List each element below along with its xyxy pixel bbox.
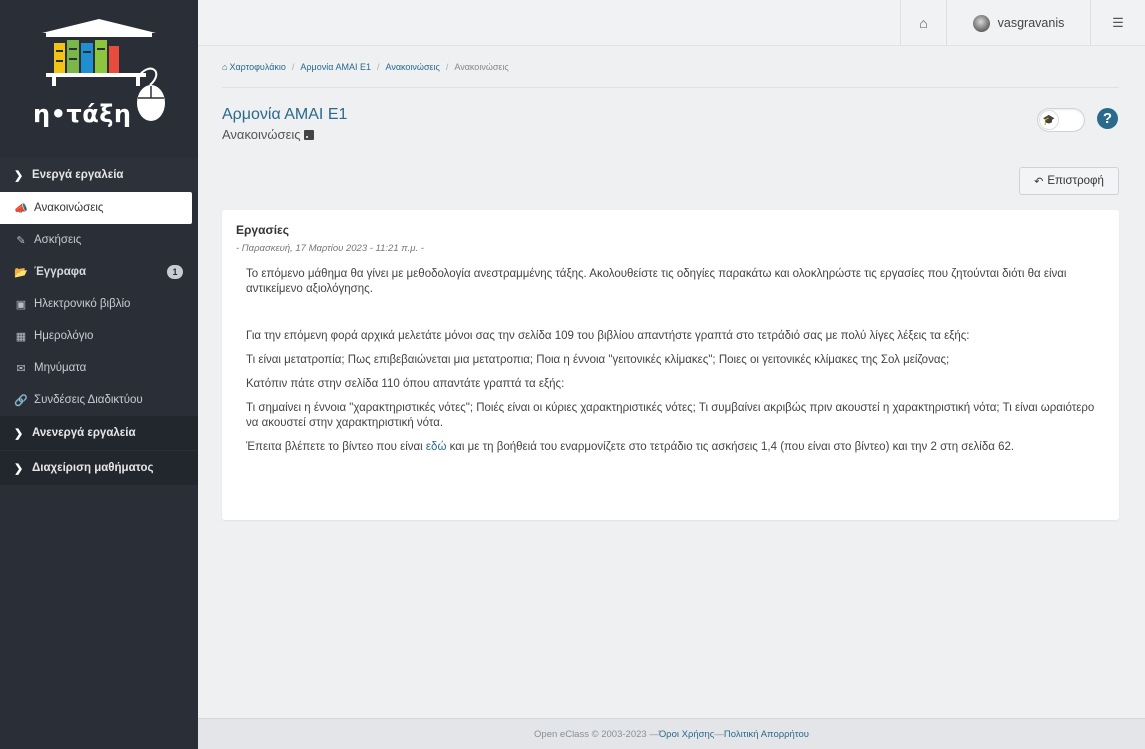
sidebar-item-calendar[interactable]: ▦ Ημερολόγιο [0, 320, 198, 352]
paragraph-text: Έπειτα βλέπετε το βίντεο που είναι [246, 441, 426, 453]
announcement-body: Το επόμενο μάθημα θα γίνει με μεθοδολογί… [236, 267, 1096, 455]
student-view-toggle[interactable]: 🎓 [1037, 108, 1085, 132]
sidebar-item-label: Συνδέσεις Διαδικτύου [34, 394, 143, 406]
sliders-icon: ☰ [1112, 15, 1124, 30]
sidebar-item-links[interactable]: 🔗 Συνδέσεις Διαδικτύου [0, 384, 198, 416]
top-bar: ⌂ vasgravanis ☰ [198, 0, 1145, 46]
footer-copyright: Open eClass © 2003-2023 — [534, 728, 659, 740]
calendar-icon: ▦ [15, 330, 27, 343]
back-button-label: Επιστροφή [1047, 175, 1104, 187]
logo[interactable]: η•τάξη [0, 0, 198, 158]
sidebar-item-announcements[interactable]: 📣 Ανακοινώσεις [0, 192, 192, 224]
group-label: Ανενεργά εργαλεία [32, 427, 136, 439]
page-title[interactable]: Αρμονία ΑΜΑΙ Ε1 [222, 106, 1119, 124]
sidebar-item-label: Έγγραφα [34, 266, 87, 278]
footer-privacy-link[interactable]: Πολιτική Απορρήτου [724, 729, 809, 740]
breadcrumb-link-announcements[interactable]: Ανακοινώσεις [385, 62, 439, 72]
folder-open-icon: 📂 [14, 266, 28, 279]
reply-arrow-icon: ↶ [1034, 175, 1044, 188]
announcement-date: - Παρασκευή, 17 Μαρτίου 2023 - 11:21 π.μ… [236, 243, 424, 254]
chevron-right-icon: ❯ [14, 427, 24, 440]
announcement-paragraph: Τι σημαίνει η έννοια "χαρακτηριστικές νό… [246, 402, 1095, 429]
home-icon: ⌂ [919, 15, 928, 31]
chevron-down-icon: ❯ [14, 169, 24, 182]
link-icon: 🔗 [14, 394, 28, 407]
sidebar-item-label: Ανακοινώσεις [34, 202, 104, 214]
chevron-right-icon: ❯ [14, 462, 24, 475]
sidebar-item-label: Ηλεκτρονικό βιβλίο [34, 298, 131, 310]
sidebar: η•τάξη ❯ Ενεργά εργαλεία 📣 Ανακοινώσεις … [0, 0, 198, 749]
group-course-admin[interactable]: ❯ Διαχείριση μαθήματος [0, 451, 198, 485]
sidebar-item-ebook[interactable]: ▣ Ηλεκτρονικό βιβλίο [0, 288, 198, 320]
sidebar-item-exercises[interactable]: ✎ Ασκήσεις [0, 224, 198, 256]
group-label: Ενεργά εργαλεία [32, 169, 124, 181]
help-icon[interactable]: ? [1097, 108, 1118, 129]
video-link[interactable]: εδώ [426, 441, 447, 453]
footer-separator: — [714, 728, 724, 740]
announcement-paragraph: Το επόμενο μάθημα θα γίνει με μεθοδολογί… [246, 268, 1067, 295]
sidebar-item-label: Ασκήσεις [34, 234, 82, 246]
home-icon: ⌂ [222, 61, 228, 72]
back-button[interactable]: ↶ Επιστροφή [1019, 167, 1119, 195]
home-button[interactable]: ⌂ [900, 0, 946, 46]
sidebar-item-label: Μηνύματα [34, 362, 87, 374]
sidebar-item-label: Ημερολόγιο [34, 330, 94, 342]
announcement-paragraph: Κατόπιν πάτε στην σελίδα 110 όπου απαντά… [246, 378, 565, 390]
page-subtitle: Ανακοινώσεις [222, 127, 1119, 142]
announcement-paragraph: Τι είναι μετατροπία; Πως επιβεβαιώνεται … [246, 354, 950, 366]
announcement-paragraph: Έπειτα βλέπετε το βίντεο που είναι εδώ κ… [246, 440, 1096, 455]
rss-icon[interactable] [303, 129, 314, 140]
logo-text: η•τάξη [33, 100, 132, 128]
logo-graphic [42, 19, 165, 121]
book-icon: ▣ [15, 298, 27, 311]
envelope-icon: ✉ [16, 362, 26, 375]
breadcrumb-current: Ανακοινώσεις [454, 61, 509, 72]
edit-icon: ✎ [16, 234, 26, 247]
sidebar-item-documents[interactable]: 📂 Έγγραφα 1 [0, 256, 198, 288]
settings-button[interactable]: ☰ [1090, 0, 1145, 46]
group-label: Διαχείριση μαθήματος [32, 462, 154, 474]
announcement-title: Εργασίες [236, 223, 289, 237]
main-content: ⌂ Χαρτοφυλάκιο / Αρμονία ΑΜΑΙ Ε1 / Ανακο… [222, 46, 1119, 520]
username: vasgravanis [997, 16, 1065, 30]
announcement-paragraph: Για την επόμενη φορά αρχικά μελετάτε μόν… [246, 330, 970, 342]
user-menu-button[interactable]: vasgravanis [946, 0, 1090, 46]
footer-terms-link[interactable]: Όροι Χρήσης [659, 729, 715, 740]
breadcrumb: ⌂ Χαρτοφυλάκιο / Αρμονία ΑΜΑΙ Ε1 / Ανακο… [222, 46, 1119, 88]
page-subtitle-text: Ανακοινώσεις [222, 127, 301, 142]
breadcrumb-link-portfolio[interactable]: Χαρτοφυλάκιο [229, 62, 285, 72]
group-inactive-tools[interactable]: ❯ Ανενεργά εργαλεία [0, 416, 198, 450]
count-badge: 1 [167, 265, 183, 279]
breadcrumb-link-course[interactable]: Αρμονία ΑΜΑΙ Ε1 [300, 62, 371, 72]
megaphone-icon: 📣 [14, 202, 28, 215]
avatar [972, 14, 990, 32]
footer: Open eClass © 2003-2023 — Όροι Χρήσης — … [198, 718, 1145, 749]
announcement-panel: Εργασίες - Παρασκευή, 17 Μαρτίου 2023 - … [222, 210, 1119, 520]
sidebar-item-messages[interactable]: ✉ Μηνύματα [0, 352, 198, 384]
graduation-cap-icon: 🎓 [1039, 110, 1059, 130]
paragraph-text: και με τη βοήθειά του εναρμονίζετε στο τ… [446, 441, 1015, 453]
group-active-tools[interactable]: ❯ Ενεργά εργαλεία [0, 158, 198, 192]
